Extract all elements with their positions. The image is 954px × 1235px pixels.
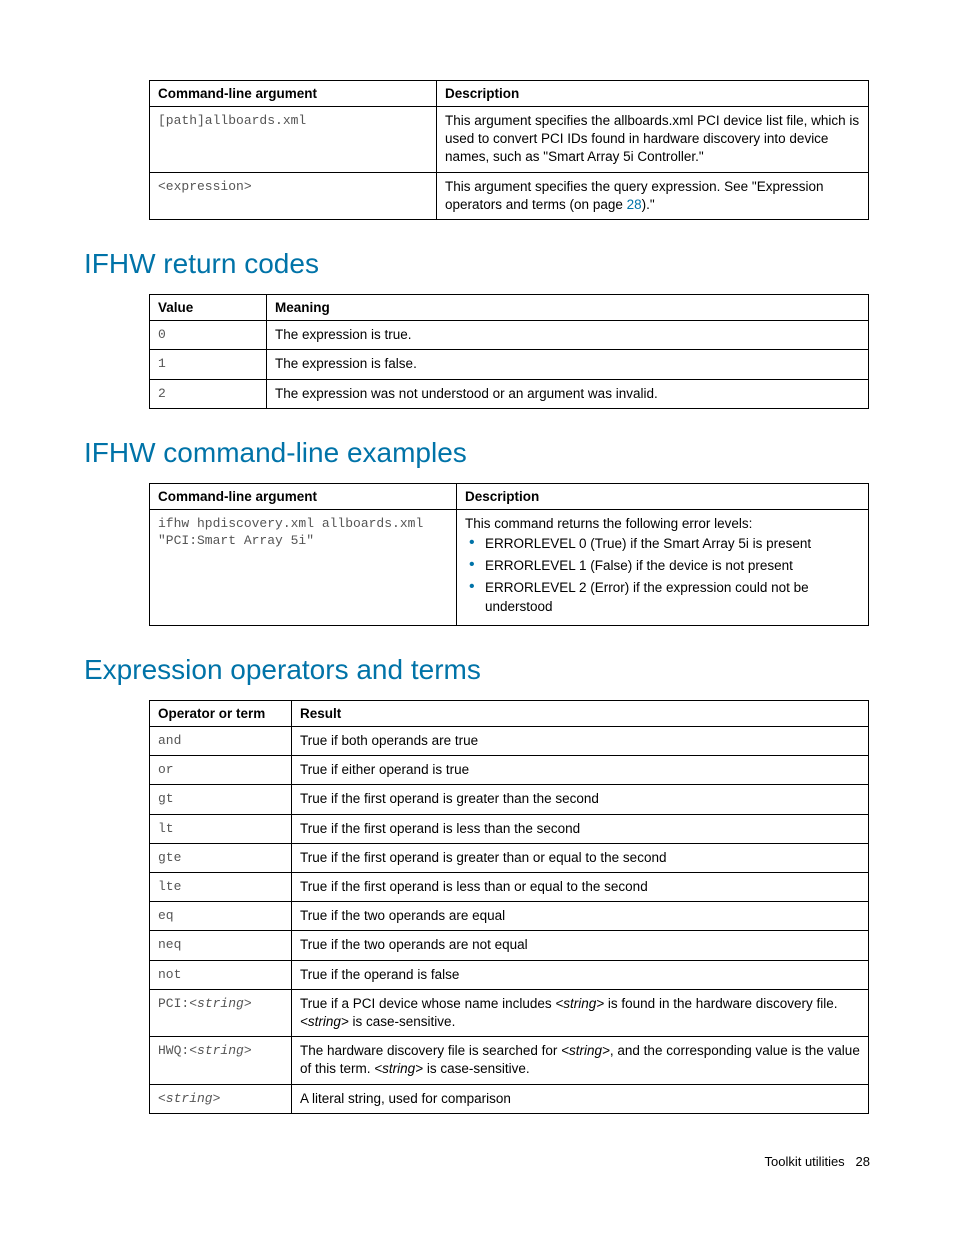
res-cell: True if the two operands are not equal [292, 931, 869, 960]
table-row: PCI:<string> True if a PCI device whose … [150, 989, 869, 1036]
table-row: gteTrue if the first operand is greater … [150, 843, 869, 872]
desc-cell: This argument specifies the query expres… [437, 172, 869, 219]
footer-label: Toolkit utilities [764, 1154, 844, 1169]
res-cell: True if the two operands are equal [292, 902, 869, 931]
list-item: ERRORLEVEL 1 (False) if the device is no… [485, 557, 860, 575]
res-italic: <string> [374, 1061, 423, 1076]
res-cell: True if both operands are true [292, 726, 869, 755]
op-italic: <string> [189, 1043, 251, 1058]
desc-text: )." [642, 197, 655, 212]
res-cell: True if the first operand is greater tha… [292, 843, 869, 872]
meaning-cell: The expression is true. [267, 321, 869, 350]
meaning-cell: The expression is false. [267, 350, 869, 379]
table-row: [path]allboards.xml This argument specif… [150, 107, 869, 173]
list-item: ERRORLEVEL 0 (True) if the Smart Array 5… [485, 535, 860, 553]
table-row: orTrue if either operand is true [150, 756, 869, 785]
table-header: Description [457, 483, 869, 509]
op-cell: and [150, 726, 292, 755]
op-cell: neq [150, 931, 292, 960]
op-cell: lt [150, 814, 292, 843]
op-prefix: PCI: [158, 996, 189, 1011]
value-cell: 1 [150, 350, 267, 379]
res-text: is case-sensitive. [423, 1061, 530, 1076]
res-cell: True if a PCI device whose name includes… [292, 989, 869, 1036]
table-header: Description [437, 81, 869, 107]
page-footer: Toolkit utilities 28 [84, 1154, 870, 1169]
table-row: andTrue if both operands are true [150, 726, 869, 755]
op-cell: <string> [150, 1084, 292, 1113]
table-header: Result [292, 700, 869, 726]
page-link[interactable]: 28 [627, 197, 642, 212]
arg-cell: [path]allboards.xml [150, 107, 437, 173]
op-cell: HWQ:<string> [150, 1037, 292, 1084]
return-codes-table: Value Meaning 0 The expression is true. … [149, 294, 869, 409]
table-row: gtTrue if the first operand is greater t… [150, 785, 869, 814]
section-heading-operators: Expression operators and terms [84, 654, 870, 686]
arg-cell: ifhw hpdiscovery.xml allboards.xml "PCI:… [150, 509, 457, 625]
list-item: ERRORLEVEL 2 (Error) if the expression c… [485, 579, 860, 615]
res-italic: <string> [300, 1014, 349, 1029]
res-cell: True if the first operand is greater tha… [292, 785, 869, 814]
table-row: 1 The expression is false. [150, 350, 869, 379]
op-cell: or [150, 756, 292, 785]
res-cell: True if the first operand is less than o… [292, 872, 869, 901]
op-italic: <string> [189, 996, 251, 1011]
res-cell: True if the operand is false [292, 960, 869, 989]
arg-cell: <expression> [150, 172, 437, 219]
desc-intro: This command returns the following error… [465, 515, 860, 533]
res-text: The hardware discovery file is searched … [300, 1043, 561, 1058]
table-row: eqTrue if the two operands are equal [150, 902, 869, 931]
table-row: HWQ:<string> The hardware discovery file… [150, 1037, 869, 1084]
op-cell: not [150, 960, 292, 989]
error-levels-list: ERRORLEVEL 0 (True) if the Smart Array 5… [465, 535, 860, 616]
table-header: Value [150, 295, 267, 321]
table-row: notTrue if the operand is false [150, 960, 869, 989]
res-text: is case-sensitive. [349, 1014, 456, 1029]
table-row: 0 The expression is true. [150, 321, 869, 350]
cli-args-table: Command-line argument Description [path]… [149, 80, 869, 220]
table-header: Command-line argument [150, 81, 437, 107]
table-row: <string> A literal string, used for comp… [150, 1084, 869, 1113]
res-cell: A literal string, used for comparison [292, 1084, 869, 1113]
res-cell: The hardware discovery file is searched … [292, 1037, 869, 1084]
res-text: True if a PCI device whose name includes [300, 996, 555, 1011]
section-heading-cli-examples: IFHW command-line examples [84, 437, 870, 469]
op-prefix: HWQ: [158, 1043, 189, 1058]
table-header: Command-line argument [150, 483, 457, 509]
section-heading-return-codes: IFHW return codes [84, 248, 870, 280]
table-row: ltTrue if the first operand is less than… [150, 814, 869, 843]
desc-cell: This command returns the following error… [457, 509, 869, 625]
res-cell: True if the first operand is less than t… [292, 814, 869, 843]
table-row: <expression> This argument specifies the… [150, 172, 869, 219]
res-italic: <string> [555, 996, 604, 1011]
value-cell: 0 [150, 321, 267, 350]
op-cell: gt [150, 785, 292, 814]
table-row: neqTrue if the two operands are not equa… [150, 931, 869, 960]
op-cell: eq [150, 902, 292, 931]
res-cell: True if either operand is true [292, 756, 869, 785]
cli-examples-table: Command-line argument Description ifhw h… [149, 483, 869, 626]
res-italic: <string> [561, 1043, 610, 1058]
res-text: is found in the hardware discovery file. [604, 996, 837, 1011]
op-cell: lte [150, 872, 292, 901]
operators-table: Operator or term Result andTrue if both … [149, 700, 869, 1114]
table-row: lteTrue if the first operand is less tha… [150, 872, 869, 901]
value-cell: 2 [150, 379, 267, 408]
table-row: ifhw hpdiscovery.xml allboards.xml "PCI:… [150, 509, 869, 625]
meaning-cell: The expression was not understood or an … [267, 379, 869, 408]
op-cell: PCI:<string> [150, 989, 292, 1036]
table-row: 2 The expression was not understood or a… [150, 379, 869, 408]
op-cell: gte [150, 843, 292, 872]
table-header: Meaning [267, 295, 869, 321]
table-header: Operator or term [150, 700, 292, 726]
desc-cell: This argument specifies the allboards.xm… [437, 107, 869, 173]
footer-page-number: 28 [856, 1154, 870, 1169]
